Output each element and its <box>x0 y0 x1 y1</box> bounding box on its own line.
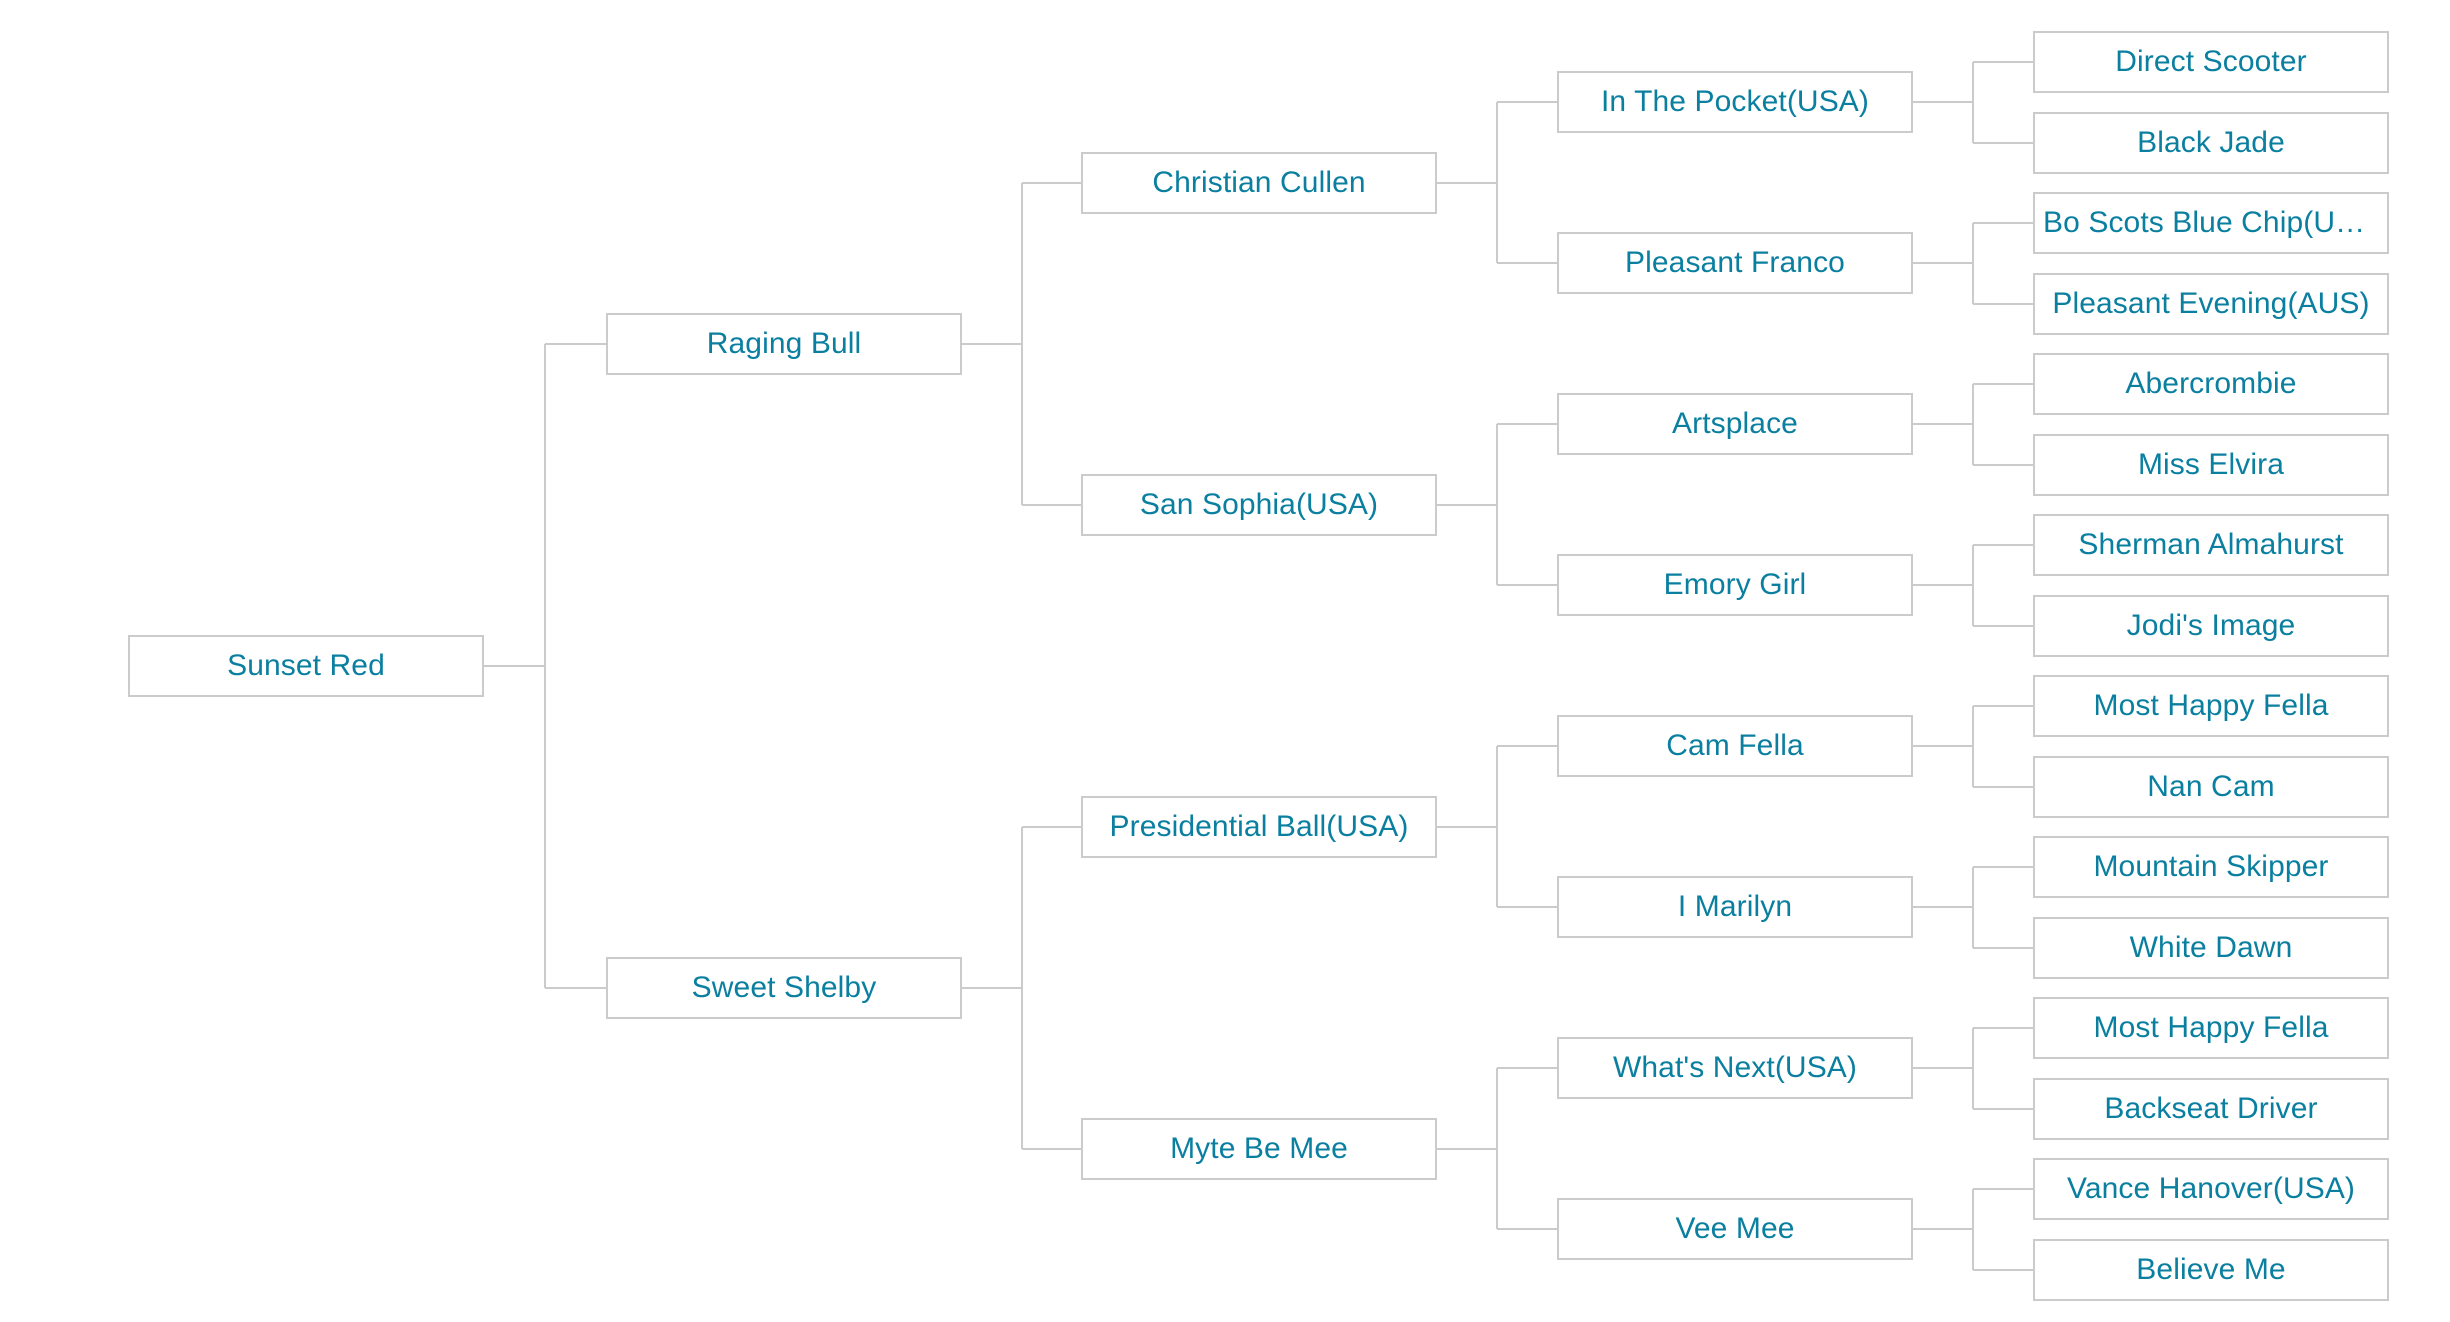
pedigree-node-label: Backseat Driver <box>2104 1094 2318 1124</box>
pedigree-node-n29[interactable]: Vance Hanover(USA) <box>2033 1158 2389 1220</box>
pedigree-node-n1[interactable]: Raging Bull <box>606 313 962 375</box>
pedigree-node-n13[interactable]: What's Next(USA) <box>1557 1037 1913 1099</box>
pedigree-node-label: Vee Mee <box>1675 1214 1795 1244</box>
pedigree-node-n12[interactable]: I Marilyn <box>1557 876 1913 938</box>
pedigree-node-label: White Dawn <box>2129 933 2293 963</box>
pedigree-node-n5[interactable]: Presidential Ball(USA) <box>1081 796 1437 858</box>
pedigree-diagram: Sunset Red Raging Bull Sweet Shelby Christi… <box>0 0 2450 1322</box>
pedigree-node-label: Vance Hanover(USA) <box>2066 1174 2356 1204</box>
pedigree-node-label: Bo Scots Blue Chip(US... <box>2043 208 2381 238</box>
pedigree-node-n27[interactable]: Most Happy Fella <box>2033 997 2389 1059</box>
pedigree-node-label: Abercrombie <box>2125 369 2297 399</box>
pedigree-node-label: Sherman Almahurst <box>2078 530 2344 560</box>
pedigree-node-n16[interactable]: Black Jade <box>2033 112 2389 174</box>
pedigree-node-n10[interactable]: Emory Girl <box>1557 554 1913 616</box>
pedigree-node-label: Most Happy Fella <box>2093 691 2329 721</box>
pedigree-node-n17[interactable]: Bo Scots Blue Chip(US... <box>2033 192 2389 254</box>
pedigree-node-label: Miss Elvira <box>2137 450 2285 480</box>
pedigree-node-label: Believe Me <box>2136 1255 2286 1285</box>
pedigree-node-label: Sunset Red <box>227 651 385 681</box>
pedigree-node-label: Direct Scooter <box>2115 47 2307 77</box>
pedigree-node-n0[interactable]: Sunset Red <box>128 635 484 697</box>
pedigree-node-n28[interactable]: Backseat Driver <box>2033 1078 2389 1140</box>
pedigree-node-label: Myte Be Mee <box>1170 1134 1348 1164</box>
pedigree-node-n18[interactable]: Pleasant Evening(AUS) <box>2033 273 2389 335</box>
pedigree-node-n3[interactable]: Christian Cullen <box>1081 152 1437 214</box>
pedigree-node-n26[interactable]: White Dawn <box>2033 917 2389 979</box>
pedigree-node-n25[interactable]: Mountain Skipper <box>2033 836 2389 898</box>
pedigree-node-n11[interactable]: Cam Fella <box>1557 715 1913 777</box>
pedigree-node-label: What's Next(USA) <box>1612 1053 1858 1083</box>
pedigree-node-n14[interactable]: Vee Mee <box>1557 1198 1913 1260</box>
pedigree-node-label: In The Pocket(USA) <box>1600 87 1870 117</box>
pedigree-node-label: Sweet Shelby <box>691 973 877 1003</box>
pedigree-node-label: Black Jade <box>2137 128 2285 158</box>
pedigree-node-n15[interactable]: Direct Scooter <box>2033 31 2389 93</box>
pedigree-node-n6[interactable]: Myte Be Mee <box>1081 1118 1437 1180</box>
pedigree-node-n22[interactable]: Jodi's Image <box>2033 595 2389 657</box>
pedigree-node-n30[interactable]: Believe Me <box>2033 1239 2389 1301</box>
pedigree-node-label: Nan Cam <box>2147 772 2275 802</box>
pedigree-node-label: I Marilyn <box>1677 892 1793 922</box>
pedigree-node-label: Mountain Skipper <box>2093 852 2329 882</box>
pedigree-node-label: Jodi's Image <box>2126 611 2296 641</box>
pedigree-node-label: Pleasant Franco <box>1625 248 1845 278</box>
pedigree-node-label: San Sophia(USA) <box>1139 490 1379 520</box>
pedigree-node-n23[interactable]: Most Happy Fella <box>2033 675 2389 737</box>
pedigree-node-label: Pleasant Evening(AUS) <box>2052 289 2370 319</box>
pedigree-node-n8[interactable]: Pleasant Franco <box>1557 232 1913 294</box>
pedigree-node-n19[interactable]: Abercrombie <box>2033 353 2389 415</box>
pedigree-node-label: Raging Bull <box>706 329 862 359</box>
pedigree-node-label: Cam Fella <box>1666 731 1804 761</box>
pedigree-node-label: Christian Cullen <box>1152 168 1366 198</box>
pedigree-node-n21[interactable]: Sherman Almahurst <box>2033 514 2389 576</box>
pedigree-node-label: Presidential Ball(USA) <box>1109 812 1409 842</box>
pedigree-node-n7[interactable]: In The Pocket(USA) <box>1557 71 1913 133</box>
pedigree-node-n24[interactable]: Nan Cam <box>2033 756 2389 818</box>
pedigree-node-label: Most Happy Fella <box>2093 1013 2329 1043</box>
pedigree-node-label: Artsplace <box>1672 409 1798 439</box>
pedigree-node-n20[interactable]: Miss Elvira <box>2033 434 2389 496</box>
pedigree-node-n9[interactable]: Artsplace <box>1557 393 1913 455</box>
pedigree-node-n2[interactable]: Sweet Shelby <box>606 957 962 1019</box>
pedigree-node-label: Emory Girl <box>1663 570 1807 600</box>
pedigree-node-n4[interactable]: San Sophia(USA) <box>1081 474 1437 536</box>
